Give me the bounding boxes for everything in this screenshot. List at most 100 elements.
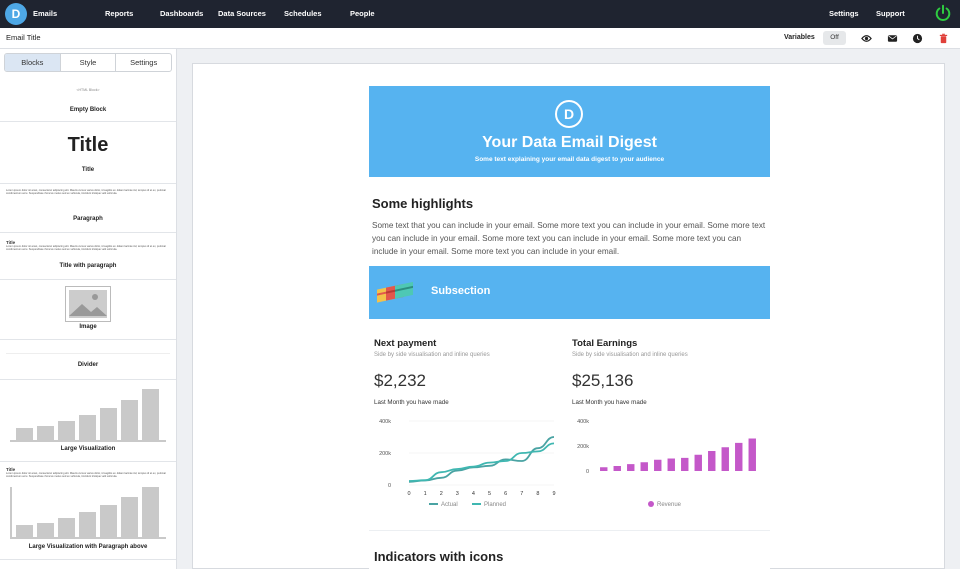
- subsection-banner[interactable]: Subsection: [369, 266, 770, 319]
- line-chart[interactable]: 0 200k 400k 0 1 2 3 4 5 6 7 8 9 Actual Planned: [369, 408, 569, 508]
- bar: [721, 447, 729, 471]
- block-large-visualization-paragraph[interactable]: Title Lorem ipsum dolor sit amet, consec…: [0, 462, 176, 560]
- x-tick-label: 2: [440, 491, 443, 497]
- bar: [627, 464, 635, 471]
- email-preview: D Your Data Email Digest Some text expla…: [369, 86, 770, 569]
- bar: [600, 467, 608, 471]
- bar-chart-icon: [10, 487, 166, 539]
- email-title[interactable]: Email Title: [6, 33, 41, 42]
- x-tick-label: 9: [552, 491, 555, 497]
- bar: [613, 466, 621, 471]
- empty-block-placeholder: <HTML Block>: [76, 88, 100, 92]
- header-title: Your Data Email Digest: [482, 134, 657, 151]
- legend-swatch: [648, 501, 654, 507]
- x-tick-label: 0: [407, 491, 410, 497]
- x-tick-label: 4: [472, 491, 475, 497]
- y-tick-label: 200k: [379, 451, 391, 457]
- divider-preview: [6, 353, 170, 354]
- tab-blocks[interactable]: Blocks: [5, 54, 61, 71]
- nav-support[interactable]: Support: [876, 0, 905, 28]
- x-tick-label: 8: [536, 491, 539, 497]
- highlights-paragraph[interactable]: Some text that you can include in your e…: [372, 219, 767, 258]
- x-tick-label: 6: [504, 491, 507, 497]
- block-label: Title: [81, 167, 95, 173]
- variables-label: Variables: [784, 34, 815, 41]
- card-title[interactable]: Total Earnings: [572, 338, 637, 349]
- header-subtitle: Some text explaining your email data dig…: [474, 156, 665, 163]
- series-line-planned: [408, 442, 555, 482]
- app-logo[interactable]: D: [5, 3, 27, 25]
- bar: [694, 454, 702, 471]
- block-label: Empty Block: [69, 107, 107, 113]
- tab-style[interactable]: Style: [61, 54, 117, 71]
- bar: [654, 459, 662, 471]
- sidebar-tabs: Blocks Style Settings: [4, 53, 172, 72]
- envelope-icon[interactable]: [887, 33, 898, 44]
- tab-settings[interactable]: Settings: [116, 54, 171, 71]
- block-title[interactable]: Title Title: [0, 122, 176, 184]
- nav-reports[interactable]: Reports: [105, 0, 133, 28]
- block-empty[interactable]: <HTML Block> Empty Block: [0, 76, 176, 122]
- block-label: Paragraph: [73, 216, 103, 222]
- viz-para-preview-text: Lorem ipsum dolor sit amet, consectetur …: [6, 472, 167, 479]
- block-label: Title with paragraph: [59, 263, 117, 269]
- y-tick-label: 0: [388, 483, 391, 489]
- card-subtitle: Side by side visualisation and inline qu…: [374, 352, 490, 358]
- y-tick-label: 200k: [577, 444, 589, 450]
- blocks-sidebar: Blocks Style Settings <HTML Block> Empty…: [0, 49, 177, 569]
- nav-people[interactable]: People: [350, 0, 375, 28]
- section-divider: [369, 530, 770, 531]
- card-value: $2,232: [374, 371, 426, 390]
- block-divider[interactable]: Divider: [0, 340, 176, 380]
- highlights-title[interactable]: Some highlights: [372, 196, 473, 211]
- clock-icon[interactable]: [912, 33, 923, 44]
- legend-label: Planned: [484, 502, 506, 508]
- card-value: $25,136: [572, 371, 634, 390]
- bar: [735, 442, 743, 471]
- x-tick-label: 5: [488, 491, 491, 497]
- series-line-actual: [408, 436, 555, 483]
- subsection-label: Subsection: [431, 285, 491, 297]
- block-label: Divider: [77, 362, 99, 368]
- legend-label: Actual: [441, 502, 458, 508]
- nav-dashboards[interactable]: Dashboards: [160, 0, 203, 28]
- bar-chart-icon: [10, 389, 166, 442]
- x-tick-label: 1: [424, 491, 427, 497]
- eye-icon[interactable]: [861, 33, 872, 44]
- block-image[interactable]: Image: [0, 280, 176, 340]
- email-header[interactable]: D Your Data Email Digest Some text expla…: [369, 86, 770, 177]
- block-label: Large Visualization with Paragraph above: [28, 544, 148, 550]
- title-preview: Title: [67, 134, 109, 156]
- nav-settings[interactable]: Settings: [829, 0, 859, 28]
- indicators-title[interactable]: Indicators with icons: [374, 549, 503, 564]
- nav-emails[interactable]: Emails: [33, 0, 57, 28]
- header-logo: D: [555, 100, 583, 128]
- bar: [681, 457, 689, 471]
- email-canvas: D Your Data Email Digest Some text expla…: [192, 63, 945, 569]
- y-tick-label: 400k: [379, 419, 391, 425]
- nav-data-sources[interactable]: Data Sources: [218, 0, 266, 28]
- variables-toggle[interactable]: Off: [823, 31, 846, 45]
- email-toolbar: Email Title Variables Off: [0, 28, 960, 49]
- block-title-paragraph[interactable]: Title Lorem ipsum dolor sit amet, consec…: [0, 233, 176, 280]
- bar-chart[interactable]: 0 200k 400k Revenue: [569, 408, 770, 508]
- block-paragraph[interactable]: Lorem ipsum dolor sit amet, consectetur …: [0, 184, 176, 233]
- trash-icon[interactable]: [938, 33, 949, 44]
- top-navigation: D Emails Reports Dashboards Data Sources…: [0, 0, 960, 28]
- block-label: Image: [79, 324, 97, 330]
- title-paragraph-preview-text: Lorem ipsum dolor sit amet, consectetur …: [6, 245, 167, 252]
- legend-label: Revenue: [657, 502, 682, 508]
- bar: [748, 438, 756, 471]
- y-tick-label: 400k: [577, 419, 589, 425]
- nav-schedules[interactable]: Schedules: [284, 0, 322, 28]
- bar: [640, 462, 648, 471]
- card-title[interactable]: Next payment: [374, 338, 436, 349]
- bar: [667, 458, 675, 471]
- bar: [708, 451, 716, 471]
- block-large-visualization[interactable]: Large Visualization: [0, 380, 176, 462]
- x-tick-label: 3: [456, 491, 459, 497]
- image-placeholder-icon: [65, 286, 111, 322]
- power-icon[interactable]: [934, 4, 952, 22]
- card-subtitle: Side by side visualisation and inline qu…: [572, 352, 688, 358]
- credit-cards-icon: [377, 281, 413, 303]
